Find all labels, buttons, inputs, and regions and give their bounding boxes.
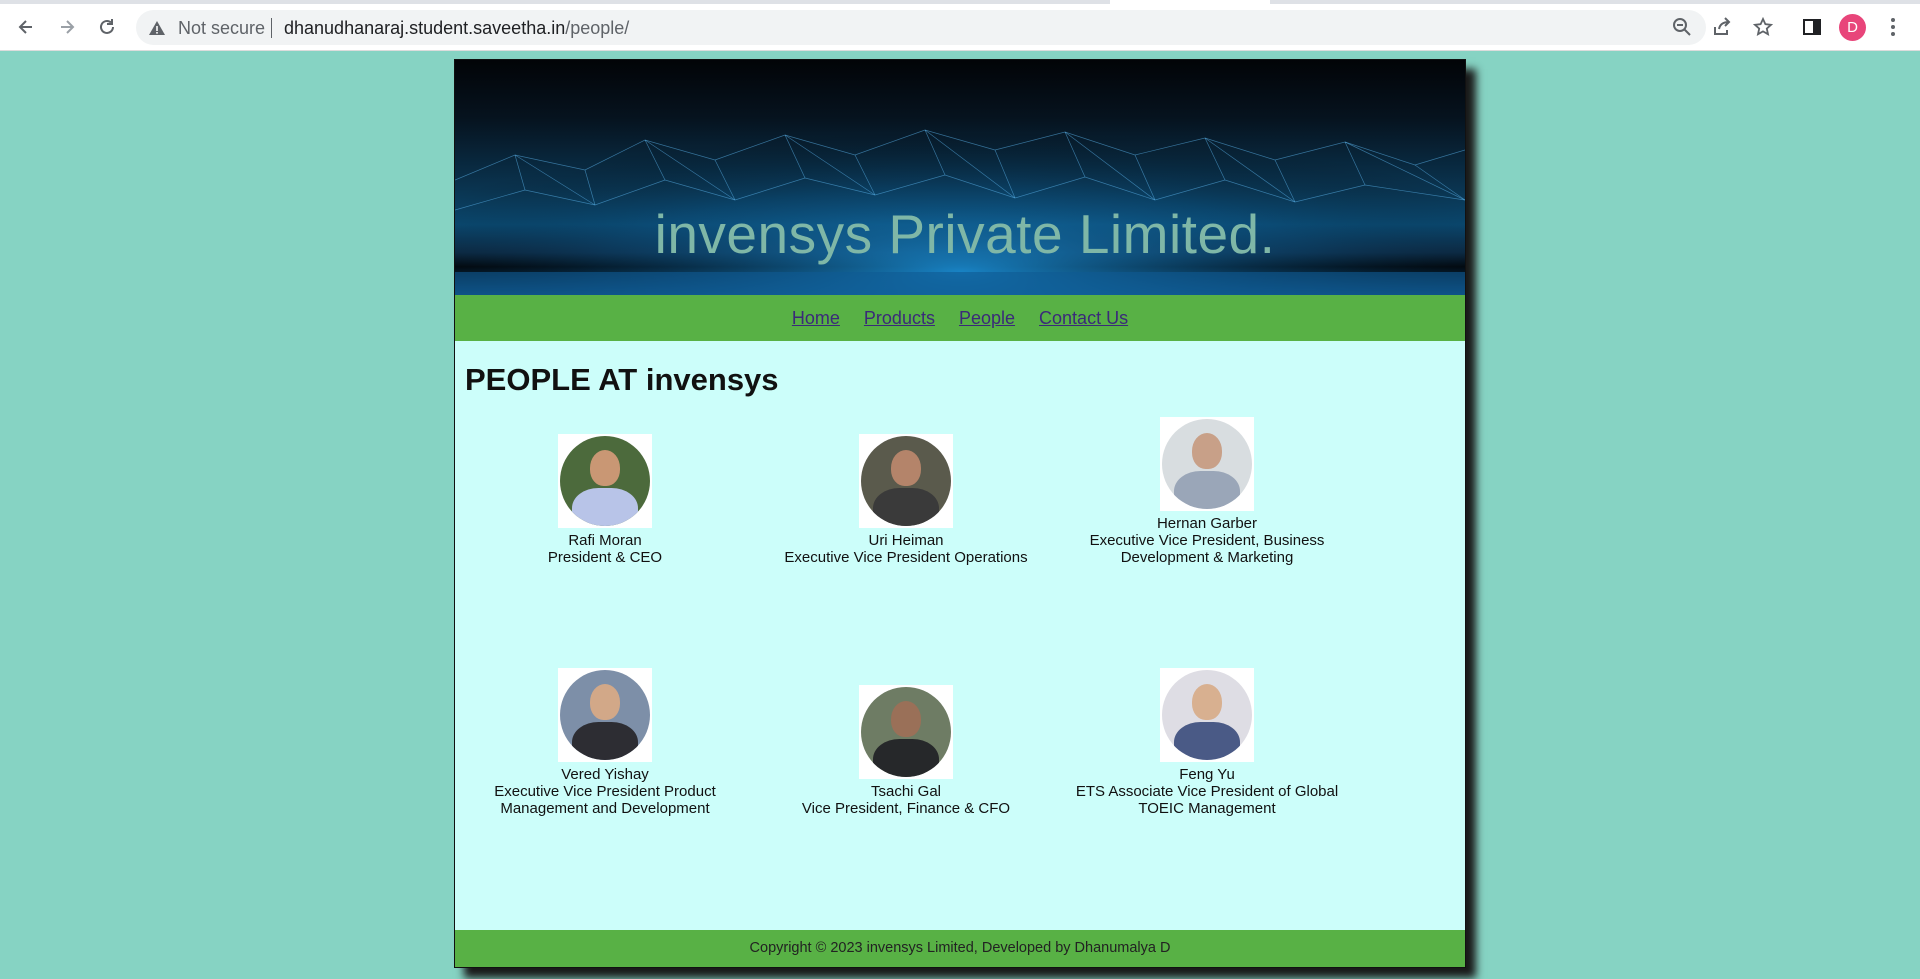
- person-title: ETS Associate Vice President of Global T…: [1075, 783, 1339, 817]
- side-panel-icon[interactable]: [1797, 12, 1827, 42]
- menu-icon[interactable]: [1878, 12, 1908, 42]
- person-title: Vice President, Finance & CFO: [801, 800, 1011, 817]
- nav-link-contact-us[interactable]: Contact Us: [1039, 308, 1128, 329]
- main-nav: Home Products People Contact Us: [455, 295, 1465, 341]
- page-title: PEOPLE AT invensys: [465, 362, 779, 397]
- person-card: Vered Yishay Executive Vice President Pr…: [455, 668, 755, 817]
- person-card: Rafi Moran President & CEO: [455, 434, 755, 566]
- person-title: Executive Vice President Product Managem…: [494, 783, 716, 817]
- person-name: Uri Heiman: [868, 532, 944, 549]
- tab-strip: [0, 0, 1920, 4]
- person-card: Tsachi Gal Vice President, Finance & CFO: [756, 685, 1056, 817]
- omnibox-divider: [271, 18, 272, 38]
- person-card: Hernan Garber Executive Vice President, …: [1057, 417, 1357, 566]
- url-host: dhanudhanaraj.student.saveetha.in: [284, 18, 566, 38]
- person-name: Rafi Moran: [568, 532, 642, 549]
- nav-link-people[interactable]: People: [959, 308, 1015, 329]
- person-name: Tsachi Gal: [870, 783, 942, 800]
- person-title: Executive Vice President Operations: [784, 549, 1028, 566]
- footer: Copyright © 2023 invensys Limited, Devel…: [455, 930, 1465, 967]
- person-title: President & CEO: [547, 549, 663, 566]
- url-text[interactable]: dhanudhanaraj.student.saveetha.in/people…: [284, 18, 629, 39]
- forward-icon[interactable]: [52, 12, 82, 42]
- person-photo: [859, 685, 953, 779]
- person-name: Vered Yishay: [561, 766, 649, 783]
- back-icon[interactable]: [11, 12, 41, 42]
- security-label[interactable]: Not secure: [178, 18, 265, 39]
- address-bar[interactable]: Not secure dhanudhanaraj.student.saveeth…: [136, 10, 1706, 45]
- person-name: Feng Yu: [1179, 766, 1235, 783]
- person-photo: [558, 434, 652, 528]
- profile-avatar[interactable]: D: [1839, 14, 1866, 41]
- share-icon[interactable]: [1707, 12, 1737, 42]
- person-title: Executive Vice President, Business Devel…: [1089, 532, 1325, 566]
- header-banner: invensys Private Limited.: [455, 60, 1465, 295]
- nav-link-home[interactable]: Home: [792, 308, 840, 329]
- nav-link-products[interactable]: Products: [864, 308, 935, 329]
- active-tab[interactable]: [1110, 0, 1270, 4]
- page-container: invensys Private Limited. Home Products …: [454, 59, 1466, 968]
- person-card: Feng Yu ETS Associate Vice President of …: [1057, 668, 1357, 817]
- person-name: Hernan Garber: [1156, 515, 1258, 532]
- person-photo: [1160, 668, 1254, 762]
- zoom-icon[interactable]: [1667, 12, 1697, 42]
- person-photo: [1160, 417, 1254, 511]
- person-card: Uri Heiman Executive Vice President Oper…: [756, 434, 1056, 566]
- banner-title: invensys Private Limited.: [654, 203, 1276, 265]
- warning-icon[interactable]: [148, 19, 166, 37]
- reload-icon[interactable]: [92, 12, 122, 42]
- url-path: /people/: [565, 18, 630, 38]
- person-photo: [859, 434, 953, 528]
- person-photo: [558, 668, 652, 762]
- browser-toolbar: Not secure dhanudhanaraj.student.saveeth…: [0, 0, 1920, 51]
- star-icon[interactable]: [1748, 12, 1778, 42]
